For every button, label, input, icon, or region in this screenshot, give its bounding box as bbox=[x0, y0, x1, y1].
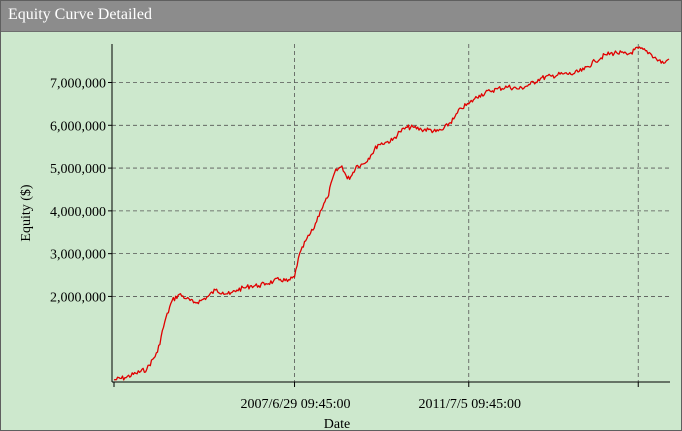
y-tick-labels: 2,000,000 3,000,000 4,000,000 5,000,000 6,00… bbox=[50, 77, 106, 306]
equity-chart-window: Equity Curve Detailed 2,000,000 3,000,000… bbox=[0, 0, 682, 431]
equity-chart: 2,000,000 3,000,000 4,000,000 5,000,000 6,00… bbox=[19, 44, 670, 430]
axes bbox=[111, 44, 670, 383]
y-tick-label: 7,000,000 bbox=[50, 77, 106, 92]
x-axis-label: Date bbox=[324, 417, 350, 430]
x-tick-label: 2011/7/5 09:45:00 bbox=[418, 397, 521, 412]
y-tick-label: 3,000,000 bbox=[50, 248, 106, 263]
y-tick-label: 5,000,000 bbox=[50, 162, 106, 177]
y-tick-label: 2,000,000 bbox=[50, 290, 106, 305]
x-tick-label: 2007/6/29 09:45:00 bbox=[240, 397, 350, 412]
grid-lines bbox=[108, 44, 670, 387]
y-axis-label: Equity ($) bbox=[19, 184, 34, 241]
x-tick-labels: 2007/6/29 09:45:00 2011/7/5 09:45:00 bbox=[240, 397, 521, 412]
equity-series-line bbox=[113, 46, 670, 381]
y-tick-label: 4,000,000 bbox=[50, 205, 106, 220]
y-tick-label: 6,000,000 bbox=[50, 119, 106, 134]
